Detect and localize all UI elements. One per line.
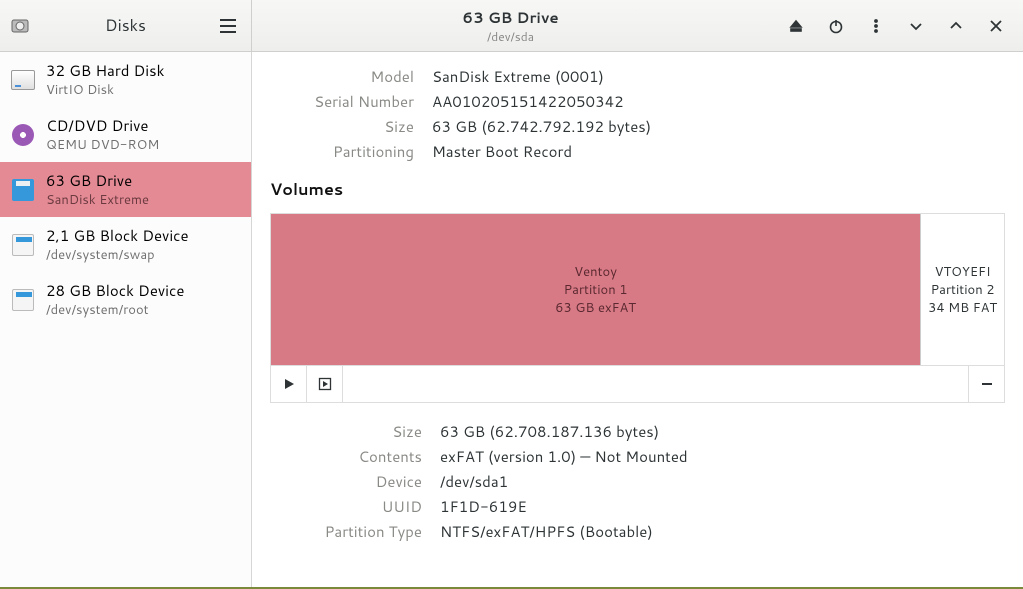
- header-right: [769, 0, 1023, 51]
- size-value: 63 GB (62.742.792.192 bytes): [432, 116, 1005, 137]
- device-name: 63 GB Drive: [46, 170, 149, 191]
- uuid-value: 1F1D-619E: [440, 496, 1005, 517]
- ptype-label: Partition Type: [274, 521, 422, 542]
- device-name: 2,1 GB Block Device: [46, 225, 189, 246]
- ptype-value: NTFS/exFAT/HPFS (Bootable): [440, 521, 1005, 542]
- device-name: 28 GB Block Device: [46, 280, 184, 301]
- size-label: Size: [274, 116, 414, 137]
- contents-value: exFAT (version 1.0) — Not Mounted: [440, 446, 1005, 467]
- psize-label: Size: [274, 421, 422, 442]
- usb-icon: [10, 177, 36, 203]
- partitioning-value: Master Boot Record: [432, 141, 1005, 162]
- device-item-swap[interactable]: 2,1 GB Block Device /dev/system/swap: [0, 217, 251, 272]
- device-sub: /dev/system/root: [46, 301, 184, 319]
- device-sub: VirtIO Disk: [46, 81, 164, 99]
- mount-button[interactable]: [271, 366, 307, 402]
- drive-info-grid: Model SanDisk Extreme (0001) Serial Numb…: [274, 66, 1005, 162]
- partitioning-label: Partitioning: [274, 141, 414, 162]
- partition-name: Ventoy: [574, 263, 617, 281]
- partition-fs: 63 GB exFAT: [555, 299, 636, 317]
- device-item-cd[interactable]: CD/DVD Drive QEMU DVD-ROM: [0, 107, 251, 162]
- device-value: /dev/sda1: [440, 471, 1005, 492]
- device-sub: QEMU DVD-ROM: [46, 136, 159, 154]
- drive-title: 63 GB Drive: [462, 7, 558, 28]
- content-pane: Model SanDisk Extreme (0001) Serial Numb…: [252, 52, 1023, 587]
- serial-value: AA010205151422050342: [432, 91, 1005, 112]
- block-device-icon: [10, 232, 36, 258]
- device-name: CD/DVD Drive: [46, 115, 159, 136]
- device-sub: /dev/system/swap: [46, 246, 189, 264]
- header-bar: Disks 63 GB Drive /dev/sda: [0, 0, 1023, 52]
- partition-ventoy[interactable]: Ventoy Partition 1 63 GB exFAT: [271, 214, 920, 365]
- serial-label: Serial Number: [274, 91, 414, 112]
- close-icon[interactable]: [985, 15, 1007, 37]
- device-item-hdd[interactable]: 32 GB Hard Disk VirtIO Disk: [0, 52, 251, 107]
- partition-fs: 34 MB FAT: [928, 299, 997, 317]
- cd-icon: [10, 122, 36, 148]
- device-item-usb[interactable]: 63 GB Drive SanDisk Extreme: [0, 162, 251, 217]
- header-left: Disks: [0, 0, 252, 51]
- model-label: Model: [274, 66, 414, 87]
- drive-subtitle: /dev/sda: [487, 28, 534, 45]
- device-label: Device: [274, 471, 422, 492]
- volumes-toolbar: [271, 366, 1004, 402]
- partition-vtoyefi[interactable]: VTOYEFI Partition 2 34 MB FAT: [920, 214, 1004, 365]
- uuid-label: UUID: [274, 496, 422, 517]
- volumes-strip: Ventoy Partition 1 63 GB exFAT VTOYEFI P…: [271, 214, 1004, 366]
- drive-menu-icon[interactable]: [865, 15, 887, 37]
- block-device-icon: [10, 287, 36, 313]
- app-title: Disks: [36, 14, 215, 37]
- volumes-box: Ventoy Partition 1 63 GB exFAT VTOYEFI P…: [270, 213, 1005, 403]
- partition-number: Partition 2: [931, 281, 995, 299]
- sidebar-menu-button[interactable]: [215, 13, 241, 39]
- device-name: 32 GB Hard Disk: [46, 60, 164, 81]
- device-sidebar: 32 GB Hard Disk VirtIO Disk CD/DVD Drive…: [0, 52, 252, 587]
- delete-partition-button[interactable]: [968, 366, 1004, 402]
- disks-app-icon: [10, 16, 30, 36]
- model-value: SanDisk Extreme (0001): [432, 66, 1005, 87]
- eject-icon[interactable]: [785, 15, 807, 37]
- power-icon[interactable]: [825, 15, 847, 37]
- chevron-down-icon[interactable]: [905, 15, 927, 37]
- contents-label: Contents: [274, 446, 422, 467]
- partition-number: Partition 1: [564, 281, 628, 299]
- body: 32 GB Hard Disk VirtIO Disk CD/DVD Drive…: [0, 52, 1023, 587]
- hdd-icon: [10, 67, 36, 93]
- psize-value: 63 GB (62.708.187.136 bytes): [440, 421, 1005, 442]
- chevron-up-icon[interactable]: [945, 15, 967, 37]
- partition-info-grid: Size 63 GB (62.708.187.136 bytes) Conten…: [274, 421, 1005, 542]
- header-center: 63 GB Drive /dev/sda: [252, 0, 769, 51]
- partition-options-button[interactable]: [307, 366, 343, 402]
- app-window: Disks 63 GB Drive /dev/sda: [0, 0, 1023, 589]
- partition-name: VTOYEFI: [935, 263, 991, 281]
- volumes-heading: Volumes: [270, 178, 1005, 201]
- device-item-root[interactable]: 28 GB Block Device /dev/system/root: [0, 272, 251, 327]
- device-sub: SanDisk Extreme: [46, 191, 149, 209]
